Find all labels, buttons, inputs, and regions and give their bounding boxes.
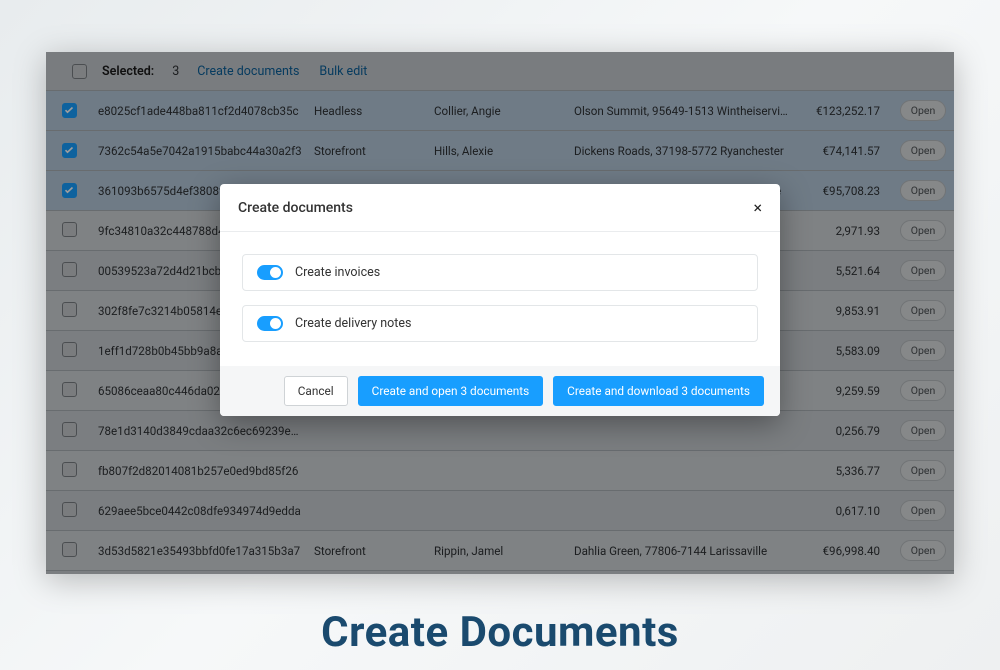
cell-price: €123,252.17 (796, 91, 892, 131)
cell-channel: Headless (308, 91, 428, 131)
selected-count: 3 (172, 64, 179, 79)
row-checkbox[interactable] (62, 462, 77, 477)
create-open-button[interactable]: Create and open 3 documents (358, 376, 544, 406)
cell-addr: Dahlia Green, 77806-7144 Larissaville (568, 531, 796, 571)
cell-name: Collier, Angie (428, 91, 568, 131)
cell-price: €95,708.23 (796, 171, 892, 211)
open-button[interactable]: Open (900, 420, 947, 441)
table-row[interactable]: 7362c54a5e7042a1915babc44a30a2f3Storefro… (46, 131, 954, 171)
table-row[interactable]: 3d53d5821e35493bbfd0fe17a315b3a7Storefro… (46, 531, 954, 571)
option-label: Create invoices (295, 265, 380, 280)
row-checkbox[interactable] (62, 262, 77, 277)
selected-label: Selected: (102, 64, 154, 79)
table-row[interactable]: 78e1d3140d3849cdaa32c6ec69239e67 0,256.79… (46, 411, 954, 451)
option-label: Create delivery notes (295, 316, 411, 331)
cell-name (428, 451, 568, 491)
row-checkbox[interactable] (62, 502, 77, 517)
open-button[interactable]: Open (900, 460, 947, 481)
row-checkbox[interactable] (62, 222, 77, 237)
cell-name (428, 491, 568, 531)
cell-addr (568, 451, 796, 491)
open-button[interactable]: Open (900, 140, 947, 161)
cell-id: 78e1d3140d3849cdaa32c6ec69239e67 (92, 411, 308, 451)
cell-channel (308, 451, 428, 491)
create-download-button[interactable]: Create and download 3 documents (553, 376, 764, 406)
cell-id: 629aee5bce0442c08dfe934974d9edda (92, 491, 308, 531)
table-row[interactable]: e8025cf1ade448ba811cf2d4078cb35cHeadless… (46, 91, 954, 131)
cell-id: 7362c54a5e7042a1915babc44a30a2f3 (92, 131, 308, 171)
bulk-edit-link[interactable]: Bulk edit (319, 64, 367, 79)
cell-addr (568, 491, 796, 531)
cell-name (428, 411, 568, 451)
cell-price: 9,259.59 (796, 371, 892, 411)
cell-name: Rippin, Jamel (428, 531, 568, 571)
close-icon[interactable]: × (753, 198, 762, 217)
cell-name: Hills, Alexie (428, 131, 568, 171)
open-button[interactable]: Open (900, 540, 947, 561)
open-button[interactable]: Open (900, 180, 947, 201)
cell-id: e8025cf1ade448ba811cf2d4078cb35c (92, 91, 308, 131)
cell-addr: Olson Summit, 95649-1513 Wintheiserville (568, 91, 796, 131)
row-checkbox[interactable] (62, 542, 77, 557)
toggle-create-invoices[interactable] (257, 265, 283, 280)
cell-name: Blanda, Durward (428, 571, 568, 575)
cell-price: 5,336.77 (796, 451, 892, 491)
cell-channel: Storefront (308, 571, 428, 575)
cell-price: 0,617.10 (796, 491, 892, 531)
cell-price: €74,141.57 (796, 131, 892, 171)
open-button[interactable]: Open (900, 220, 947, 241)
table-row[interactable]: 629aee5bce0442c08dfe934974d9edda 0,617.10… (46, 491, 954, 531)
cell-addr (568, 411, 796, 451)
cell-price: €96,998.40 (796, 531, 892, 571)
cell-id: b38a44e683a142afaadf300c3d45756f (92, 571, 308, 575)
row-checkbox[interactable] (62, 143, 77, 158)
cell-channel: Storefront (308, 131, 428, 171)
open-button[interactable]: Open (900, 100, 947, 121)
table-row[interactable]: b38a44e683a142afaadf300c3d45756fStorefro… (46, 571, 954, 575)
open-button[interactable]: Open (900, 300, 947, 321)
row-checkbox[interactable] (62, 342, 77, 357)
option-create-delivery-notes[interactable]: Create delivery notes (242, 305, 758, 342)
cell-price: 5,583.09 (796, 331, 892, 371)
page-caption: Create Documents (321, 608, 679, 657)
cell-channel (308, 491, 428, 531)
cell-price: €181,252.48 (796, 571, 892, 575)
row-checkbox[interactable] (62, 183, 77, 198)
cell-price: 2,971.93 (796, 211, 892, 251)
open-button[interactable]: Open (900, 260, 947, 281)
open-button[interactable]: Open (900, 500, 947, 521)
create-documents-link[interactable]: Create documents (197, 64, 299, 79)
cancel-button[interactable]: Cancel (284, 376, 348, 406)
cell-addr: General Way, 06513-8685 West Enola (568, 571, 796, 575)
cell-channel (308, 411, 428, 451)
bulk-action-toolbar: Selected: 3 Create documents Bulk edit (46, 52, 954, 90)
open-button[interactable]: Open (900, 340, 947, 361)
row-checkbox[interactable] (62, 422, 77, 437)
option-create-invoices[interactable]: Create invoices (242, 254, 758, 291)
table-row[interactable]: fb807f2d82014081b257e0ed9bd85f26 5,336.77… (46, 451, 954, 491)
cell-addr: Dickens Roads, 37198-5772 Ryanchester (568, 131, 796, 171)
row-checkbox[interactable] (62, 103, 77, 118)
row-checkbox[interactable] (62, 302, 77, 317)
modal-title: Create documents (238, 200, 353, 216)
create-documents-modal: Create documents × Create invoices Creat… (220, 184, 780, 416)
cell-price: 5,521.64 (796, 251, 892, 291)
cell-channel: Storefront (308, 531, 428, 571)
cell-id: 3d53d5821e35493bbfd0fe17a315b3a7 (92, 531, 308, 571)
cell-price: 0,256.79 (796, 411, 892, 451)
cell-price: 9,853.91 (796, 291, 892, 331)
row-checkbox[interactable] (62, 382, 77, 397)
open-button[interactable]: Open (900, 380, 947, 401)
toggle-create-delivery-notes[interactable] (257, 316, 283, 331)
select-all-checkbox[interactable] (72, 64, 87, 79)
cell-id: fb807f2d82014081b257e0ed9bd85f26 (92, 451, 308, 491)
